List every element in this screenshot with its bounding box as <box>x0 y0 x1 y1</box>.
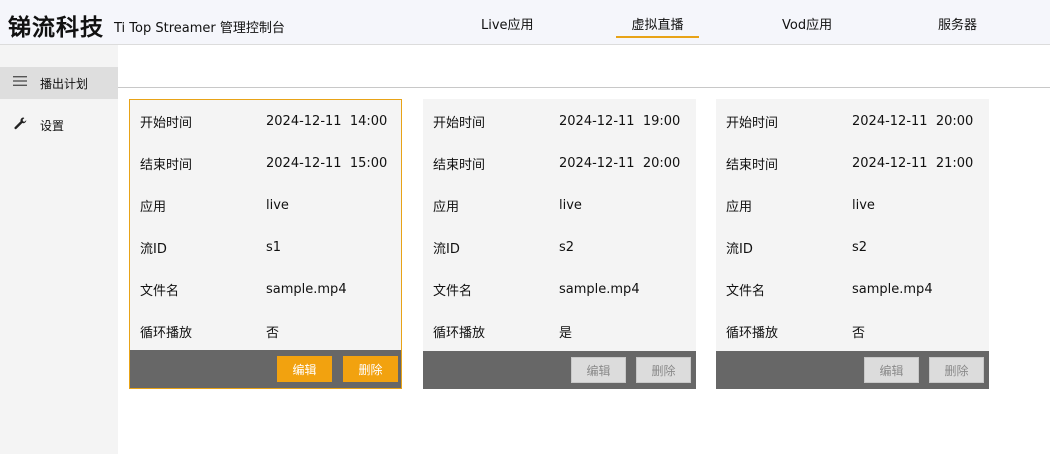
field-value: sample.mp4 <box>266 281 347 297</box>
field-loop-play: 循环播放 是 <box>433 321 572 341</box>
field-label: 开始时间 <box>140 115 193 131</box>
field-value: 2024-12-11 19:00 <box>559 113 681 129</box>
field-value: 2024-12-11 15:00 <box>266 155 388 171</box>
field-value: 2024-12-11 20:00 <box>852 113 974 129</box>
field-value: s2 <box>852 239 868 255</box>
schedule-card[interactable]: 开始时间 2024-12-11 14:00 结束时间 2024-12-11 15… <box>129 99 402 389</box>
delete-button[interactable]: 删除 <box>636 357 691 383</box>
field-value: live <box>559 197 582 213</box>
field-label: 应用 <box>726 199 753 215</box>
field-start-time: 开始时间 2024-12-11 19:00 <box>433 111 680 131</box>
nav-vod-app[interactable]: Vod应用 <box>782 14 832 33</box>
field-app: 应用 live <box>726 195 875 215</box>
field-value: s2 <box>559 239 575 255</box>
field-value: sample.mp4 <box>852 281 933 297</box>
delete-button[interactable]: 删除 <box>929 357 984 383</box>
card-action-bar: 编辑 删除 <box>130 350 401 388</box>
field-value: 2024-12-11 14:00 <box>266 113 388 129</box>
content-divider <box>118 87 1050 88</box>
sidebar-item-label: 设置 <box>40 118 65 133</box>
field-stream-id: 流ID s2 <box>433 237 574 257</box>
schedule-card[interactable]: 开始时间 2024-12-11 19:00 结束时间 2024-12-11 20… <box>423 99 696 389</box>
console-subtitle: Ti Top Streamer 管理控制台 <box>114 21 285 36</box>
field-label: 开始时间 <box>726 115 779 131</box>
field-value: live <box>266 197 289 213</box>
field-value: sample.mp4 <box>559 281 640 297</box>
field-value: 是 <box>559 325 573 341</box>
sidebar-item-settings[interactable]: 设置 <box>0 109 118 141</box>
edit-button[interactable]: 编辑 <box>571 357 626 383</box>
field-label: 循环播放 <box>433 325 486 341</box>
field-start-time: 开始时间 2024-12-11 20:00 <box>726 111 973 131</box>
sidebar-item-broadcast-plan[interactable]: 播出计划 <box>0 67 118 99</box>
nav-virtual-live[interactable]: 虚拟直播 <box>616 14 699 38</box>
field-label: 文件名 <box>140 283 180 299</box>
field-label: 应用 <box>140 199 167 215</box>
field-label: 文件名 <box>726 283 766 299</box>
field-app: 应用 live <box>140 195 289 215</box>
menu-icon <box>0 75 40 91</box>
edit-button[interactable]: 编辑 <box>277 356 332 382</box>
field-value: 否 <box>266 325 280 341</box>
edit-button[interactable]: 编辑 <box>864 357 919 383</box>
field-label: 流ID <box>140 241 167 257</box>
field-label: 应用 <box>433 199 460 215</box>
field-file-name: 文件名 sample.mp4 <box>726 279 933 299</box>
field-value: 2024-12-11 21:00 <box>852 155 974 171</box>
field-label: 流ID <box>433 241 460 257</box>
field-label: 结束时间 <box>726 157 779 173</box>
field-end-time: 结束时间 2024-12-11 15:00 <box>140 153 387 173</box>
field-label: 文件名 <box>433 283 473 299</box>
field-label: 结束时间 <box>433 157 486 173</box>
field-label: 流ID <box>726 241 753 257</box>
sidebar: 播出计划 设置 <box>0 45 118 454</box>
field-end-time: 结束时间 2024-12-11 21:00 <box>726 153 973 173</box>
field-app: 应用 live <box>433 195 582 215</box>
field-label: 结束时间 <box>140 157 193 173</box>
card-action-bar: 编辑 删除 <box>423 351 696 389</box>
nav-live-app[interactable]: Live应用 <box>481 14 534 33</box>
field-start-time: 开始时间 2024-12-11 14:00 <box>140 111 387 131</box>
sidebar-item-label: 播出计划 <box>40 76 89 91</box>
field-label: 开始时间 <box>433 115 486 131</box>
brand-logo-text: 锑流科技 <box>8 15 104 41</box>
top-header: 锑流科技 Ti Top Streamer 管理控制台 Live应用 虚拟直播 V… <box>0 0 1050 45</box>
field-label: 循环播放 <box>726 325 779 341</box>
delete-button[interactable]: 删除 <box>343 356 398 382</box>
field-loop-play: 循环播放 否 <box>140 321 279 341</box>
field-file-name: 文件名 sample.mp4 <box>140 279 347 299</box>
nav-server[interactable]: 服务器 <box>938 14 977 33</box>
card-action-bar: 编辑 删除 <box>716 351 989 389</box>
field-file-name: 文件名 sample.mp4 <box>433 279 640 299</box>
field-value: live <box>852 197 875 213</box>
field-stream-id: 流ID s2 <box>726 237 867 257</box>
field-value: 否 <box>852 325 866 341</box>
field-value: 2024-12-11 20:00 <box>559 155 681 171</box>
field-value: s1 <box>266 239 282 255</box>
field-end-time: 结束时间 2024-12-11 20:00 <box>433 153 680 173</box>
field-label: 循环播放 <box>140 325 193 341</box>
wrench-icon <box>0 116 40 134</box>
field-stream-id: 流ID s1 <box>140 237 281 257</box>
field-loop-play: 循环播放 否 <box>726 321 865 341</box>
schedule-card[interactable]: 开始时间 2024-12-11 20:00 结束时间 2024-12-11 21… <box>716 99 989 389</box>
